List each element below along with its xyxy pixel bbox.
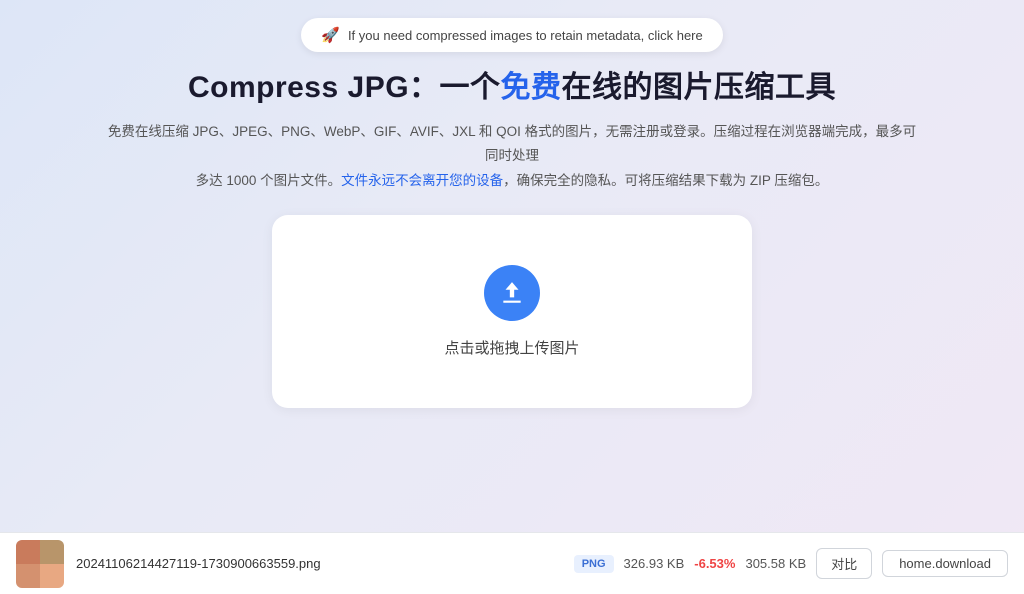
title-suffix: 在线的图片压缩工具	[562, 71, 837, 104]
desc-line2-part2: ，确保完全的隐私。可将压缩结果下载为 ZIP 压缩包。	[503, 173, 828, 188]
upload-icon-circle	[484, 265, 540, 321]
file-thumbnail	[16, 540, 64, 588]
main-content: Compress JPG：一个免费在线的图片压缩工具 免费在线压缩 JPG、JP…	[0, 62, 1024, 408]
desc-line2-part1: 多达 1000 个图片文件。	[196, 173, 342, 188]
title-highlight: 免费	[501, 71, 562, 104]
download-button[interactable]: home.download	[882, 550, 1008, 577]
rocket-icon: 🚀	[321, 26, 340, 44]
notification-bar: 🚀 If you need compressed images to retai…	[0, 0, 1024, 62]
notification-text: If you need compressed images to retain …	[348, 28, 703, 43]
format-badge: PNG	[574, 555, 614, 573]
compare-button[interactable]: 对比	[816, 548, 872, 579]
file-reduction-percent: -6.53%	[694, 556, 735, 571]
upload-dropzone[interactable]: 点击或拖拽上传图片	[272, 215, 752, 408]
notification-pill[interactable]: 🚀 If you need compressed images to retai…	[301, 18, 722, 52]
desc-privacy-link[interactable]: 文件永远不会离开您的设备	[341, 173, 503, 188]
page-title: Compress JPG：一个免费在线的图片压缩工具	[60, 62, 964, 106]
upload-icon	[499, 280, 525, 306]
title-prefix: Compress JPG：一个	[188, 71, 501, 104]
desc-line1: 免费在线压缩 JPG、JPEG、PNG、WebP、GIF、AVIF、JXL 和 …	[108, 124, 916, 163]
file-name: 20241106214427119-1730900663559.png	[76, 556, 562, 571]
description-text: 免费在线压缩 JPG、JPEG、PNG、WebP、GIF、AVIF、JXL 和 …	[102, 120, 922, 193]
file-compressed-size: 305.58 KB	[745, 556, 806, 571]
upload-label: 点击或拖拽上传图片	[444, 337, 579, 358]
file-bar: 20241106214427119-1730900663559.png PNG …	[0, 532, 1024, 594]
file-original-size: 326.93 KB	[624, 556, 685, 571]
file-meta: PNG 326.93 KB -6.53% 305.58 KB 对比 home.d…	[574, 548, 1008, 579]
